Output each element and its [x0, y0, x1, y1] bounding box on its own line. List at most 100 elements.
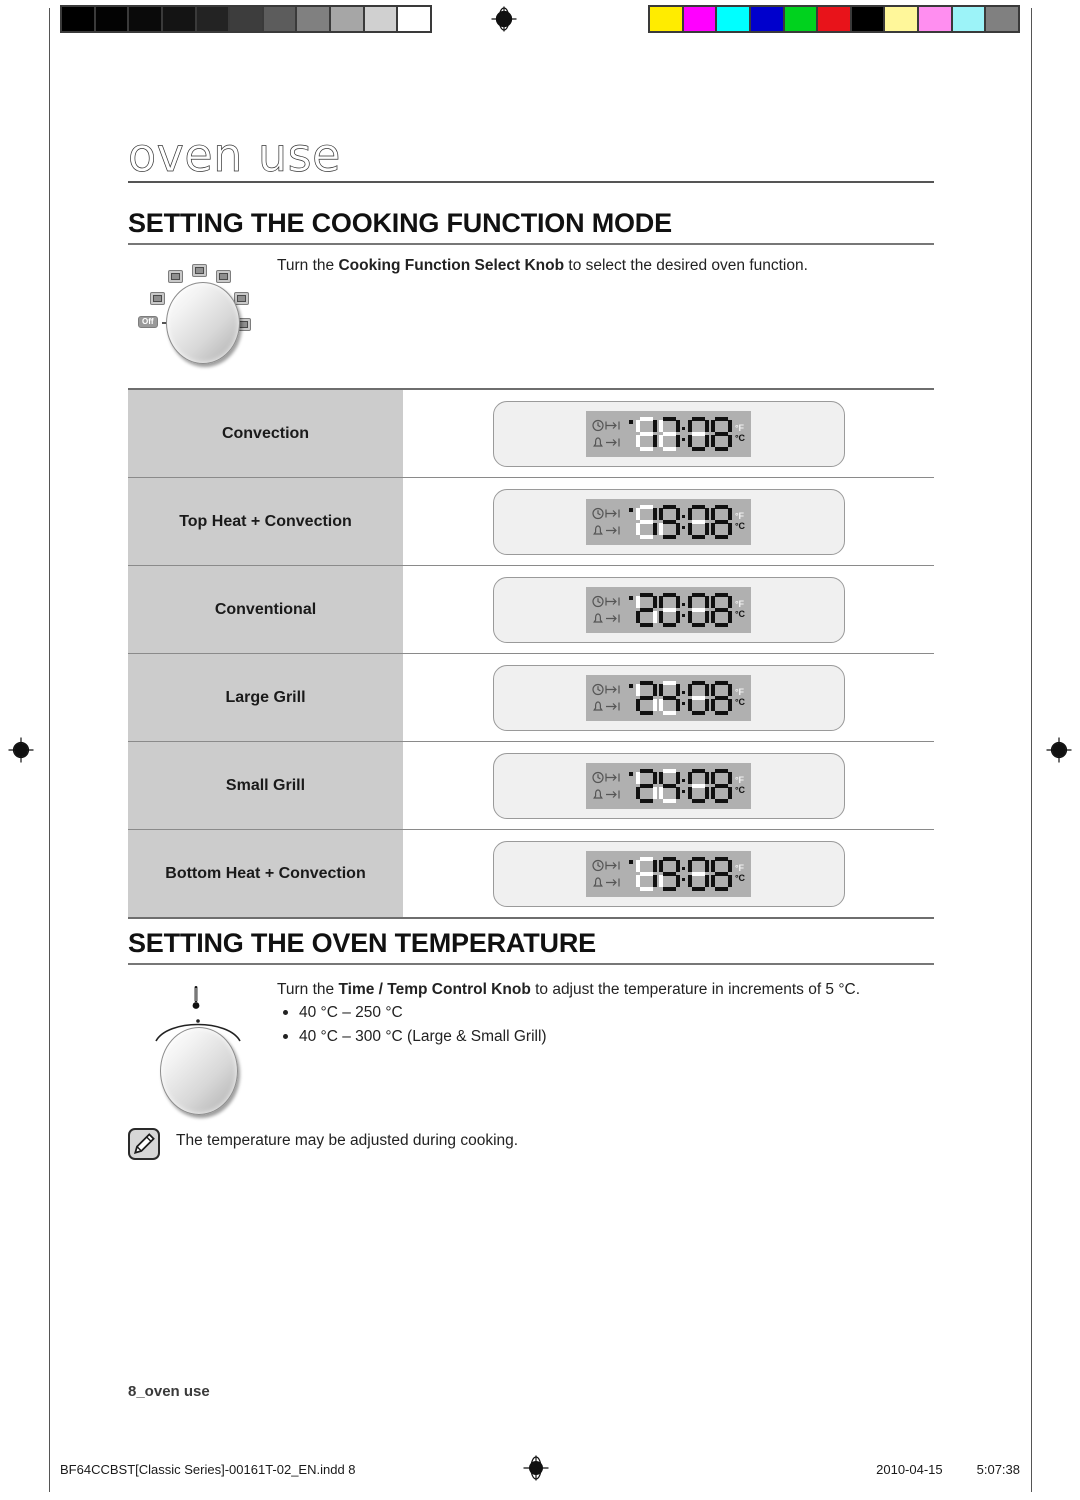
segment-f — [635, 595, 640, 608]
segment-g — [639, 519, 653, 524]
segment-g — [662, 431, 676, 436]
function-icon-bottom-heat — [150, 292, 165, 305]
clock-icon — [592, 682, 626, 696]
bell-icon — [592, 875, 626, 889]
segment-b — [727, 683, 732, 696]
cooking-mode-table: Convection °F °C Top Heat + Convection °F °C C… — [128, 388, 934, 919]
segment-f — [710, 507, 715, 520]
instruction-suffix: to adjust the temperature in increments … — [530, 981, 861, 998]
segment-b — [652, 419, 657, 432]
segment-g — [639, 607, 653, 612]
mode-display-cell: °F °C — [403, 478, 934, 565]
segment-b — [704, 595, 709, 608]
segment-b — [675, 595, 680, 608]
table-row: Conventional °F °C — [128, 566, 934, 654]
mode-display-cell: °F °C — [403, 742, 934, 829]
manual-page: oven use SETTING THE COOKING FUNCTION MO… — [0, 0, 1080, 1500]
segment-d — [639, 798, 653, 803]
list-item: 40 °C – 300 °C (Large & Small Grill) — [277, 1025, 939, 1049]
seven-segment-digit — [635, 680, 657, 715]
segment-b — [675, 683, 680, 696]
table-row: Bottom Heat + Convection °F °C — [128, 830, 934, 917]
segment-f — [658, 595, 663, 608]
lcd-colon — [681, 417, 687, 451]
segment-f — [658, 859, 663, 872]
segment-c — [652, 434, 657, 447]
seven-segment-digit — [658, 768, 680, 803]
lcd-indicator-glyphs — [592, 858, 626, 889]
note-text: The temperature may be adjusted during c… — [176, 1132, 519, 1149]
mode-name-label: Bottom Heat + Convection — [128, 830, 403, 917]
lcd-screen: °F °C — [585, 674, 752, 721]
lcd-colon — [681, 505, 687, 539]
segment-c — [675, 874, 680, 887]
seven-segment-digit — [658, 592, 680, 627]
celsius-indicator: °C — [734, 784, 746, 795]
seven-segment-digit — [687, 680, 709, 715]
seven-segment-digit — [710, 856, 732, 891]
segment-b — [727, 771, 732, 784]
segment-f — [687, 683, 692, 696]
segment-a — [639, 768, 653, 773]
segment-e — [710, 698, 715, 711]
seven-segment-digit — [658, 416, 680, 451]
mode-name-label: Large Grill — [128, 654, 403, 741]
segment-d — [714, 798, 728, 803]
lcd-indicator-glyphs — [592, 682, 626, 713]
print-date: 2010-04-15 — [876, 1462, 943, 1477]
segment-f — [687, 859, 692, 872]
instruction-emphasis: Cooking Function Select Knob — [338, 257, 565, 274]
bell-icon — [592, 523, 626, 537]
segment-e — [635, 434, 640, 447]
instruction-prefix: Turn the — [277, 981, 339, 998]
segment-d — [691, 798, 705, 803]
segment-b — [652, 595, 657, 608]
segment-b — [704, 771, 709, 784]
segment-e — [658, 522, 663, 535]
time-temp-control-knob-diagram — [140, 985, 260, 1115]
segment-d — [691, 622, 705, 627]
segment-c — [727, 874, 732, 887]
segment-c — [652, 610, 657, 623]
segment-a — [714, 680, 728, 685]
segment-f — [635, 507, 640, 520]
segment-g — [691, 607, 705, 612]
mode-name-label: Convection — [128, 390, 403, 477]
segment-d — [714, 534, 728, 539]
segment-g — [714, 607, 728, 612]
segment-e — [658, 874, 663, 887]
segment-g — [691, 519, 705, 524]
segment-g — [639, 783, 653, 788]
instruction-prefix: Turn the — [277, 257, 339, 274]
segment-e — [710, 610, 715, 623]
degree-indicator-dot — [628, 417, 635, 451]
lcd-screen: °F °C — [585, 498, 752, 545]
celsius-indicator: °C — [734, 608, 746, 619]
note-block: The temperature may be adjusted during c… — [128, 1128, 518, 1160]
segment-c — [727, 786, 732, 799]
print-timestamp: 2010-04-15 5:07:38 — [876, 1462, 1020, 1477]
print-time: 5:07:38 — [976, 1462, 1020, 1477]
seven-segment-digit — [635, 504, 657, 539]
segment-b — [704, 859, 709, 872]
seven-segment-digit — [710, 680, 732, 715]
temperature-readout — [635, 768, 733, 803]
clock-icon — [592, 594, 626, 608]
segment-d — [662, 622, 676, 627]
segment-e — [635, 610, 640, 623]
lcd-indicator-glyphs — [592, 594, 626, 625]
seven-segment-digit — [687, 768, 709, 803]
lcd-colon — [681, 593, 687, 627]
segment-b — [652, 859, 657, 872]
knob-dial[interactable] — [160, 1027, 238, 1115]
segment-c — [704, 610, 709, 623]
segment-d — [691, 886, 705, 891]
knob-dial[interactable] — [166, 282, 240, 364]
seven-segment-digit — [658, 856, 680, 891]
table-row: Top Heat + Convection °F °C — [128, 478, 934, 566]
segment-e — [710, 434, 715, 447]
oven-control-panel: °F °C — [492, 400, 845, 467]
lcd-indicator-glyphs — [592, 770, 626, 801]
oven-control-panel: °F °C — [492, 664, 845, 731]
segment-b — [704, 507, 709, 520]
